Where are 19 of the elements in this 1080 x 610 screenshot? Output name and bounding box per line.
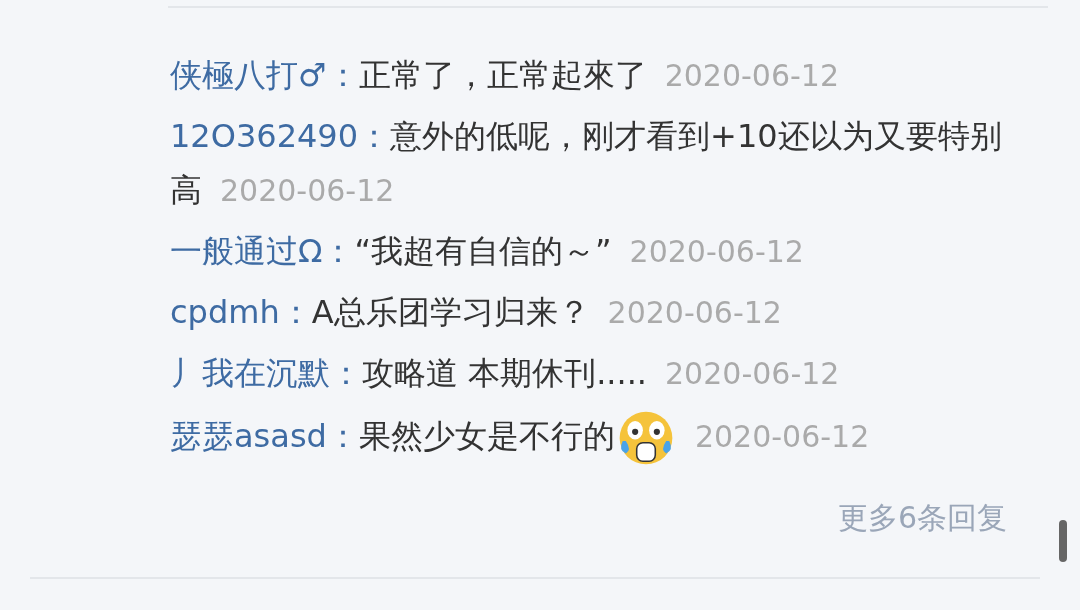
comment: 瑟瑟asasd：果然少女是不行的 2020-06-12 xyxy=(170,407,1020,469)
comment: 侠極八打♂：正常了，正常起來了 2020-06-12 xyxy=(170,55,841,96)
commenter-name[interactable]: 侠極八打♂： xyxy=(170,56,359,94)
comment-date: 2020-06-12 xyxy=(694,419,870,454)
comment: cpdmh：A总乐团学习归来？ 2020-06-12 xyxy=(170,292,783,333)
commenter-name[interactable]: 丿我在沉默： xyxy=(170,354,362,392)
comment-date: 2020-06-12 xyxy=(665,356,840,391)
comment: 12O362490：意外的低呢，刚才看到+10还以为又要特别高 2020-06-12 xyxy=(170,116,1003,211)
scrollbar[interactable] xyxy=(1059,520,1067,562)
comment: 一般通过Ω：“我超有自信的～” 2020-06-12 xyxy=(170,231,805,272)
commenter-name[interactable]: cpdmh： xyxy=(170,293,312,331)
commenter-name[interactable]: 一般通过Ω： xyxy=(170,232,355,270)
comment-date: 2020-06-12 xyxy=(607,295,782,330)
comment-date: 2020-06-12 xyxy=(220,173,395,208)
comment-date: 2020-06-12 xyxy=(664,58,840,93)
comment-date: 2020-06-12 xyxy=(629,234,804,269)
commenter-name[interactable]: 12O362490： xyxy=(170,117,391,155)
comment: 丿我在沉默：攻略道 本期休刊..... 2020-06-12 xyxy=(170,353,841,394)
commenter-name[interactable]: 瑟瑟asasd： xyxy=(170,417,359,455)
